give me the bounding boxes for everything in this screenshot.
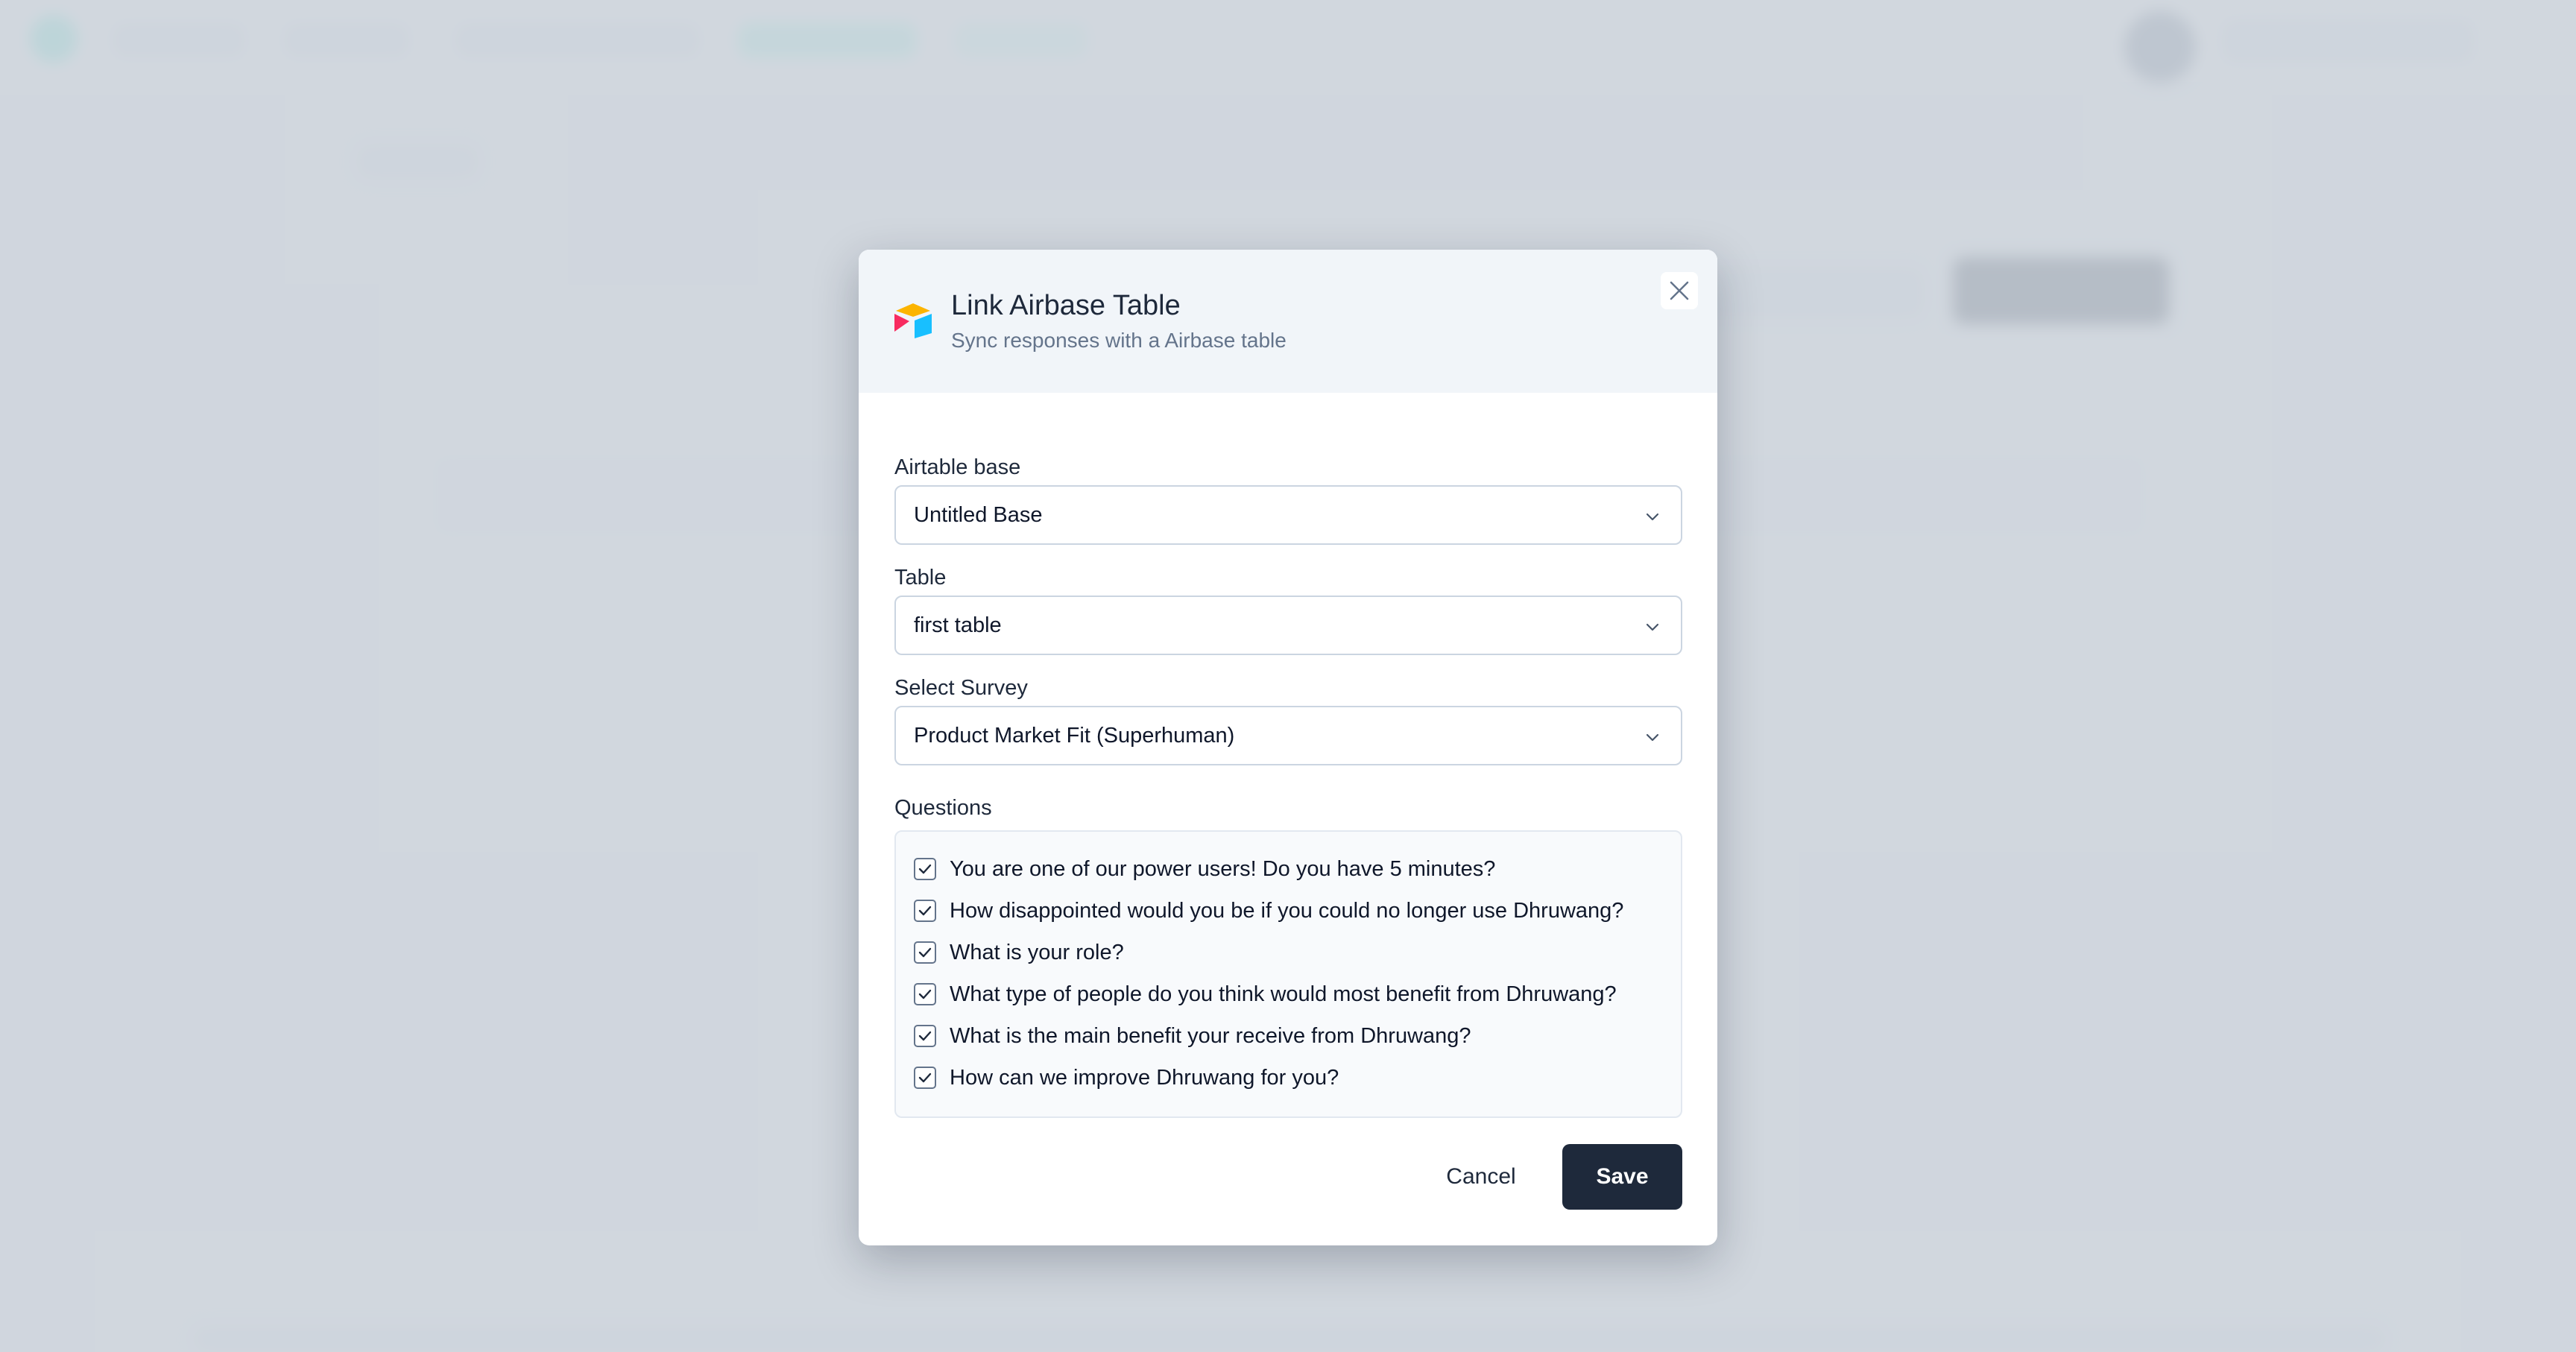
modal-title: Link Airbase Table <box>951 290 1181 321</box>
check-icon <box>918 989 932 999</box>
chevron-down-icon <box>1646 513 1659 521</box>
question-checkbox[interactable] <box>914 983 936 1005</box>
survey-value: Product Market Fit (Superhuman) <box>914 723 1235 748</box>
question-text: What is the main benefit your receive fr… <box>950 1023 1471 1048</box>
table-label: Table <box>894 566 947 590</box>
modal-header: Link Airbase Table Sync responses with a… <box>859 250 1717 393</box>
cancel-button[interactable]: Cancel <box>1425 1144 1537 1210</box>
check-icon <box>918 906 932 916</box>
table-value: first table <box>914 613 1002 637</box>
survey-label: Select Survey <box>894 676 1028 700</box>
question-checkbox[interactable] <box>914 1025 936 1047</box>
airtable-base-value: Untitled Base <box>914 502 1043 527</box>
question-item[interactable]: What type of people do you think would m… <box>914 979 1617 1009</box>
survey-select[interactable]: Product Market Fit (Superhuman) <box>894 706 1682 765</box>
airtable-base-select[interactable]: Untitled Base <box>894 485 1682 545</box>
check-icon <box>918 1031 932 1041</box>
question-text: What is your role? <box>950 940 1124 964</box>
check-icon <box>918 947 932 958</box>
question-checkbox[interactable] <box>914 900 936 922</box>
chevron-down-icon <box>1646 733 1659 742</box>
question-text: How disappointed would you be if you cou… <box>950 898 1624 923</box>
airtable-logo-icon <box>894 303 932 338</box>
question-checkbox[interactable] <box>914 1067 936 1089</box>
check-icon <box>918 1073 932 1083</box>
question-item[interactable]: How can we improve Dhruwang for you? <box>914 1063 1339 1093</box>
close-icon <box>1670 281 1689 300</box>
close-button[interactable] <box>1661 272 1698 309</box>
question-item[interactable]: What is the main benefit your receive fr… <box>914 1021 1471 1051</box>
questions-label: Questions <box>894 796 992 820</box>
question-text: How can we improve Dhruwang for you? <box>950 1065 1339 1090</box>
question-text: You are one of our power users! Do you h… <box>950 856 1496 881</box>
modal-subtitle: Sync responses with a Airbase table <box>951 329 1287 352</box>
question-item[interactable]: How disappointed would you be if you cou… <box>914 896 1623 926</box>
question-checkbox[interactable] <box>914 941 936 964</box>
table-select[interactable]: first table <box>894 596 1682 655</box>
save-button[interactable]: Save <box>1562 1144 1682 1210</box>
question-item[interactable]: You are one of our power users! Do you h… <box>914 854 1495 884</box>
link-airbase-modal: Link Airbase Table Sync responses with a… <box>859 250 1717 1245</box>
check-icon <box>918 864 932 874</box>
question-text: What type of people do you think would m… <box>950 982 1617 1006</box>
question-checkbox[interactable] <box>914 858 936 880</box>
question-item[interactable]: What is your role? <box>914 938 1124 967</box>
airtable-base-label: Airtable base <box>894 455 1021 479</box>
questions-list: You are one of our power users! Do you h… <box>894 830 1682 1118</box>
chevron-down-icon <box>1646 623 1659 631</box>
